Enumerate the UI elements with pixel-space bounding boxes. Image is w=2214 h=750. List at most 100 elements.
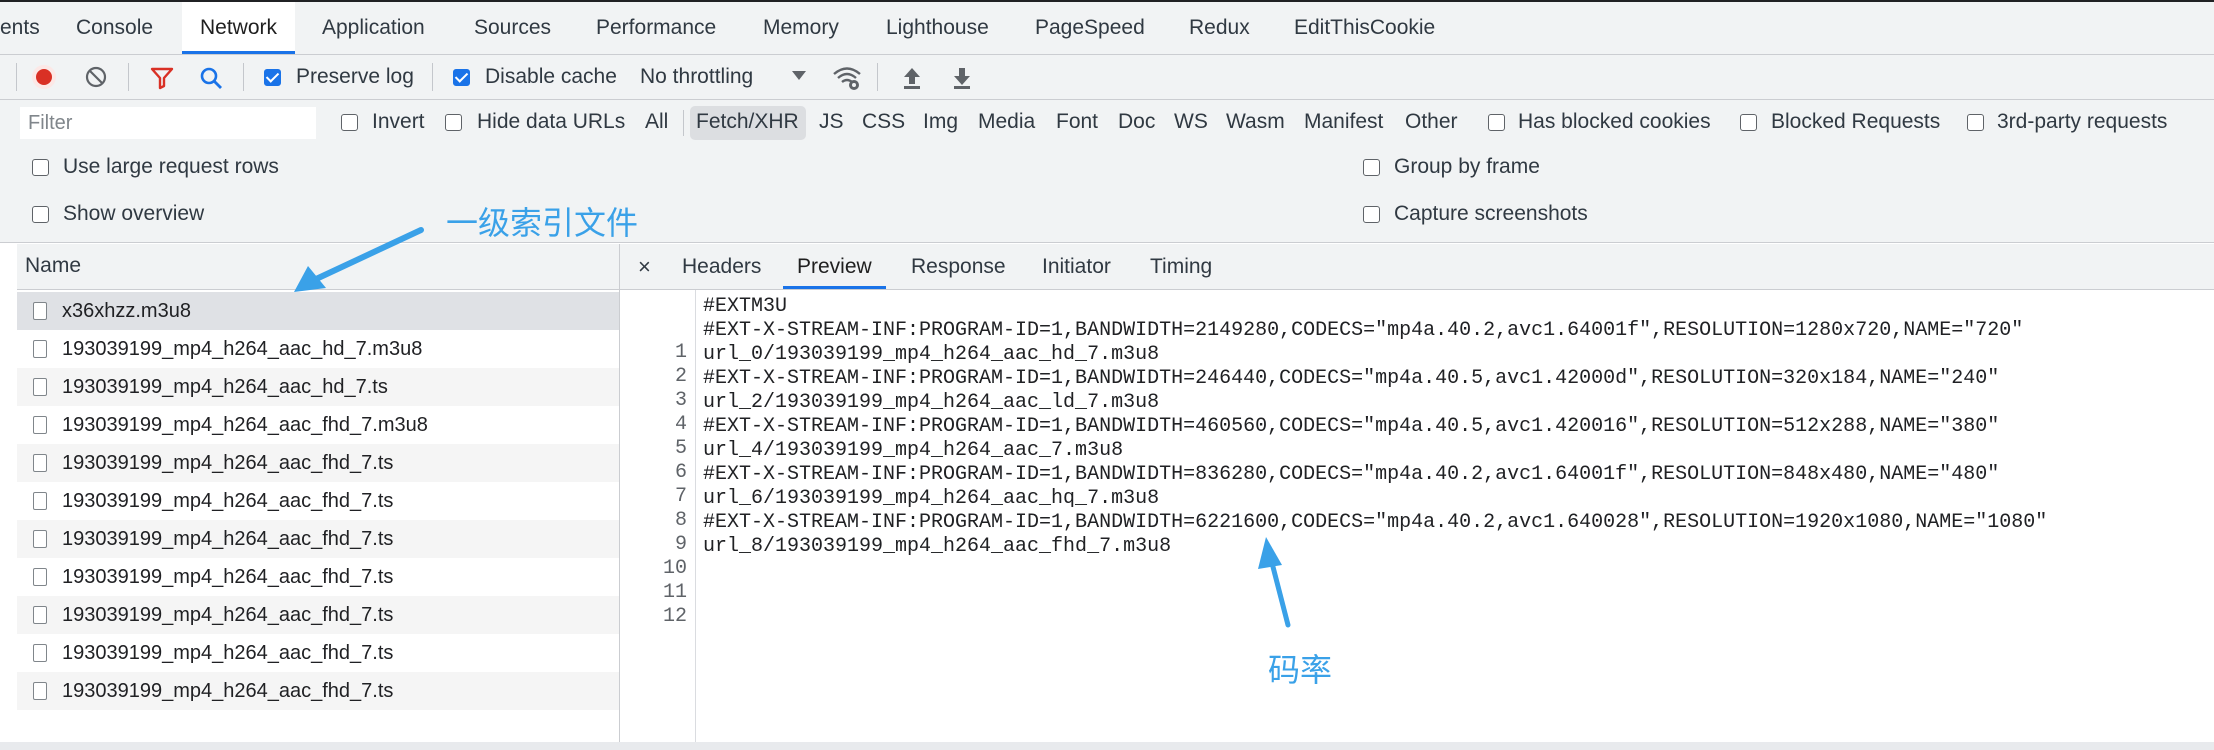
index-file-annotation: 一级索引文件 [446, 204, 639, 242]
file-icon [33, 492, 47, 510]
tab-application[interactable]: Application [322, 2, 425, 54]
type-filter-fetch-xhr[interactable]: Fetch/XHR [696, 108, 799, 136]
chevron-down-icon[interactable] [792, 71, 806, 80]
file-icon [33, 606, 47, 624]
show-overview-label[interactable]: Show overview [63, 200, 204, 228]
request-name: 193039199_mp4_h264_aac_hd_7.m3u8 [62, 338, 423, 360]
preserve-log-label[interactable]: Preserve log [296, 63, 414, 91]
show-overview-checkbox[interactable] [32, 206, 49, 223]
hide-data-urls-checkbox[interactable] [445, 114, 462, 131]
type-filter-doc[interactable]: Doc [1118, 108, 1155, 136]
tab-sources[interactable]: Sources [474, 2, 551, 54]
filter-icon[interactable] [149, 65, 175, 91]
tab-headers[interactable]: Headers [682, 244, 761, 289]
line-number: 8 [674, 509, 687, 532]
has-blocked-cookies-label[interactable]: Has blocked cookies [1518, 108, 1711, 136]
line-number: 3 [674, 389, 687, 412]
filter-input[interactable]: Filter [20, 107, 316, 139]
third-party-checkbox[interactable] [1967, 114, 1984, 131]
request-name: 193039199_mp4_h264_aac_fhd_7.ts [62, 642, 394, 664]
type-filter-img[interactable]: Img [923, 108, 958, 136]
tab-lighthouse[interactable]: Lighthouse [886, 2, 989, 54]
type-filter-js[interactable]: JS [819, 108, 844, 136]
request-row[interactable]: 193039199_mp4_h264_aac_fhd_7.ts [17, 634, 619, 672]
preserve-log-checkbox[interactable] [264, 69, 281, 86]
request-row[interactable]: 193039199_mp4_h264_aac_fhd_7.ts [17, 520, 619, 558]
network-toolbar: Preserve log Disable cache No throttling [0, 55, 2214, 100]
line-number: 7 [674, 485, 687, 508]
request-row[interactable]: 193039199_mp4_h264_aac_fhd_7.m3u8 [17, 406, 619, 444]
type-filter-font[interactable]: Font [1056, 108, 1098, 136]
type-filter-wasm[interactable]: Wasm [1226, 108, 1285, 136]
request-detail-pane: × Headers Preview Response Initiator Tim… [620, 244, 2214, 750]
search-icon[interactable] [198, 65, 224, 91]
type-filter-css[interactable]: CSS [862, 108, 905, 136]
hide-data-urls-label[interactable]: Hide data URLs [477, 108, 625, 136]
code-line: #EXT-X-STREAM-INF:PROGRAM-ID=1,BANDWIDTH… [703, 367, 2000, 390]
requests-list: Name x36xhzz.m3u8 193039199_mp4_h264_aac… [17, 244, 620, 750]
type-filter-other[interactable]: Other [1405, 108, 1458, 136]
has-blocked-cookies-checkbox[interactable] [1488, 114, 1505, 131]
export-har-icon[interactable] [950, 65, 974, 91]
capture-screenshots-checkbox[interactable] [1363, 206, 1380, 223]
devtools-tab-bar: ents Console Network Application Sources… [0, 2, 2214, 55]
blocked-requests-label[interactable]: Blocked Requests [1771, 108, 1940, 136]
code-line: url_2/193039199_mp4_h264_aac_ld_7.m3u8 [703, 391, 1160, 414]
tab-timing[interactable]: Timing [1150, 244, 1212, 289]
request-name: 193039199_mp4_h264_aac_hd_7.ts [62, 376, 388, 398]
tab-preview[interactable]: Preview [783, 244, 886, 289]
tab-elements[interactable]: ents [0, 2, 40, 54]
code-line: #EXT-X-STREAM-INF:PROGRAM-ID=1,BANDWIDTH… [703, 415, 2000, 438]
disable-cache-checkbox[interactable] [453, 69, 470, 86]
invert-label[interactable]: Invert [372, 108, 425, 136]
request-row[interactable]: 193039199_mp4_h264_aac_fhd_7.ts [17, 672, 619, 710]
network-conditions-icon[interactable] [832, 65, 862, 91]
import-har-icon[interactable] [900, 65, 924, 91]
type-filter-manifest[interactable]: Manifest [1304, 108, 1383, 136]
tab-console[interactable]: Console [76, 2, 153, 54]
clear-icon[interactable] [84, 65, 108, 89]
request-row[interactable]: 193039199_mp4_h264_aac_hd_7.ts [17, 368, 619, 406]
capture-screenshots-label[interactable]: Capture screenshots [1394, 200, 1588, 228]
third-party-label[interactable]: 3rd-party requests [1997, 108, 2167, 136]
bitrate-annotation: 码率 [1268, 651, 1333, 689]
group-by-frame-label[interactable]: Group by frame [1394, 153, 1540, 181]
large-rows-label[interactable]: Use large request rows [63, 153, 279, 181]
request-row[interactable]: 193039199_mp4_h264_aac_fhd_7.ts [17, 482, 619, 520]
tab-memory[interactable]: Memory [763, 2, 839, 54]
line-number: 1 [674, 341, 687, 364]
type-filter-all[interactable]: All [645, 108, 668, 136]
request-name: 193039199_mp4_h264_aac_fhd_7.ts [62, 604, 394, 626]
request-name: x36xhzz.m3u8 [62, 300, 191, 322]
type-filter-media[interactable]: Media [978, 108, 1035, 136]
group-by-frame-checkbox[interactable] [1363, 159, 1380, 176]
blocked-requests-checkbox[interactable] [1740, 114, 1757, 131]
tab-network[interactable]: Network [182, 2, 296, 54]
type-filter-ws[interactable]: WS [1174, 108, 1208, 136]
tab-performance[interactable]: Performance [596, 2, 716, 54]
code-line: #EXTM3U [703, 295, 788, 318]
request-row[interactable]: 193039199_mp4_h264_aac_fhd_7.ts [17, 596, 619, 634]
line-number: 2 [674, 365, 687, 388]
throttling-select[interactable]: No throttling [640, 63, 753, 91]
request-row[interactable]: 193039199_mp4_h264_aac_fhd_7.ts [17, 444, 619, 482]
code-line: url_0/193039199_mp4_h264_aac_hd_7.m3u8 [703, 343, 1160, 366]
record-icon[interactable] [32, 65, 56, 89]
line-number: 11 [662, 581, 687, 604]
invert-checkbox[interactable] [341, 114, 358, 131]
request-name: 193039199_mp4_h264_aac_fhd_7.ts [62, 490, 394, 512]
file-icon [33, 682, 47, 700]
line-number: 10 [662, 557, 687, 580]
file-icon [33, 454, 47, 472]
tab-redux[interactable]: Redux [1189, 2, 1250, 54]
tab-editthiscookie[interactable]: EditThisCookie [1294, 2, 1435, 54]
tab-initiator[interactable]: Initiator [1042, 244, 1111, 289]
tab-pagespeed[interactable]: PageSpeed [1035, 2, 1145, 54]
large-rows-checkbox[interactable] [32, 159, 49, 176]
file-icon [33, 340, 47, 358]
disable-cache-label[interactable]: Disable cache [485, 63, 617, 91]
close-icon[interactable]: × [638, 244, 651, 289]
request-row[interactable]: 193039199_mp4_h264_aac_fhd_7.ts [17, 558, 619, 596]
request-row[interactable]: 193039199_mp4_h264_aac_hd_7.m3u8 [17, 330, 619, 368]
tab-response[interactable]: Response [911, 244, 1006, 289]
